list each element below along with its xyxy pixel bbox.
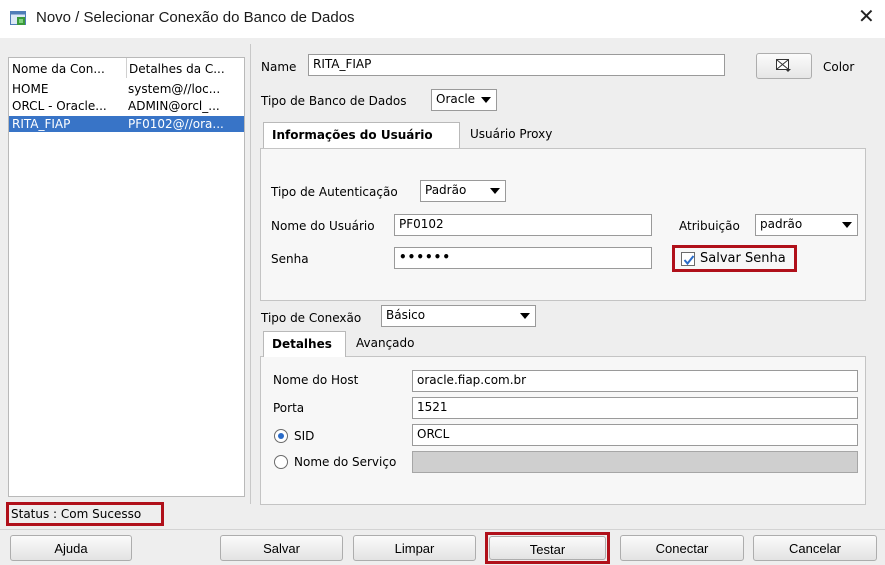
clear-button[interactable]: Limpar xyxy=(353,535,476,561)
name-input[interactable]: RITA_FIAP xyxy=(308,54,725,76)
divider xyxy=(0,529,885,530)
connection-list[interactable]: Nome da Con... Detalhes da C... HOME sys… xyxy=(8,57,245,497)
chevron-down-icon xyxy=(490,188,500,194)
auth-type-value: Padrão xyxy=(425,183,467,197)
host-input[interactable]: oracle.fiap.com.br xyxy=(412,370,858,392)
connection-details: PF0102@//ora... xyxy=(128,117,224,131)
sid-radio[interactable] xyxy=(274,429,288,443)
connection-details: system@//loc... xyxy=(128,82,221,96)
host-label: Nome do Host xyxy=(273,373,359,387)
service-name-input xyxy=(412,451,858,473)
connection-row-selected[interactable]: RITA_FIAP PF0102@//ora... xyxy=(9,116,244,132)
role-select[interactable]: padrão xyxy=(755,214,858,236)
color-label: Color xyxy=(823,60,855,74)
tab-advanced[interactable]: Avançado xyxy=(348,331,422,357)
db-type-select[interactable]: Oracle xyxy=(431,89,497,111)
connection-name: ORCL - Oracle... xyxy=(12,99,107,113)
service-name-radio[interactable] xyxy=(274,455,288,469)
tab-details[interactable]: Detalhes xyxy=(263,331,346,357)
color-picker-icon xyxy=(776,59,791,72)
column-header-details[interactable]: Detalhes da C... xyxy=(129,62,243,76)
password-input[interactable]: •••••• xyxy=(394,247,652,269)
color-button[interactable] xyxy=(756,53,812,79)
port-label: Porta xyxy=(273,401,305,415)
chevron-down-icon xyxy=(842,222,852,228)
connection-name: HOME xyxy=(12,82,49,96)
title-bar: Novo / Selecionar Conexão do Banco de Da… xyxy=(0,0,885,38)
port-input[interactable]: 1521 xyxy=(412,397,858,419)
check-icon xyxy=(683,255,695,266)
chevron-down-icon xyxy=(481,97,491,103)
db-type-value: Oracle xyxy=(436,92,476,106)
save-password-checkbox[interactable] xyxy=(681,252,695,266)
connection-row[interactable]: ORCL - Oracle... ADMIN@orcl_... xyxy=(9,98,244,114)
role-value: padrão xyxy=(760,217,803,231)
help-button[interactable]: Ajuda xyxy=(10,535,132,561)
auth-type-label: Tipo de Autenticação xyxy=(271,185,398,199)
service-name-label: Nome do Serviço xyxy=(294,455,397,469)
conn-type-value: Básico xyxy=(386,308,426,322)
column-header-name[interactable]: Nome da Con... xyxy=(12,62,124,76)
connection-name: RITA_FIAP xyxy=(12,117,71,131)
save-button[interactable]: Salvar xyxy=(220,535,343,561)
tab-user-info[interactable]: Informações do Usuário xyxy=(263,122,460,148)
splitter[interactable] xyxy=(250,44,251,504)
status-text: Status : Com Sucesso xyxy=(11,507,142,521)
connection-list-header: Nome da Con... Detalhes da C... xyxy=(9,58,244,80)
database-connection-icon xyxy=(10,11,26,25)
role-label: Atribuição xyxy=(679,219,740,233)
username-label: Nome do Usuário xyxy=(271,219,375,233)
cancel-button[interactable]: Cancelar xyxy=(753,535,877,561)
auth-type-select[interactable]: Padrão xyxy=(420,180,506,202)
name-label: Name xyxy=(261,60,297,74)
connection-row[interactable]: HOME system@//loc... xyxy=(9,81,244,97)
save-password-label[interactable]: Salvar Senha xyxy=(700,251,786,266)
test-button[interactable]: Testar xyxy=(489,536,606,560)
username-input[interactable]: PF0102 xyxy=(394,214,652,236)
conn-type-select[interactable]: Básico xyxy=(381,305,536,327)
window-title: Novo / Selecionar Conexão do Banco de Da… xyxy=(36,9,355,26)
sid-input[interactable]: ORCL xyxy=(412,424,858,446)
chevron-down-icon xyxy=(520,313,530,319)
password-label: Senha xyxy=(271,252,309,266)
connect-button[interactable]: Conectar xyxy=(620,535,744,561)
db-type-label: Tipo de Banco de Dados xyxy=(261,94,407,108)
tab-proxy-user[interactable]: Usuário Proxy xyxy=(462,122,560,148)
conn-type-label: Tipo de Conexão xyxy=(261,311,362,325)
sid-label: SID xyxy=(294,429,315,443)
connection-details: ADMIN@orcl_... xyxy=(128,99,220,113)
close-icon[interactable]: ✕ xyxy=(858,6,875,26)
